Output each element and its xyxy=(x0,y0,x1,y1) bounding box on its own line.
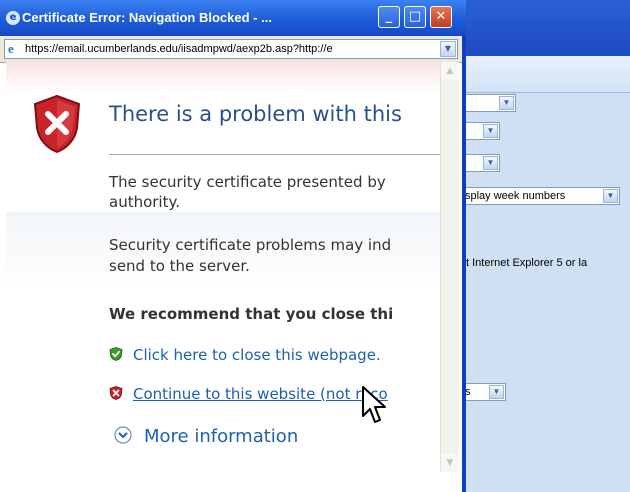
maximize-button[interactable]: □ xyxy=(404,6,426,28)
certificate-description-line2: authority. xyxy=(109,193,180,211)
certificate-problem-line2: send to the server. xyxy=(109,257,250,275)
shield-ok-icon xyxy=(109,347,123,361)
vertical-scrollbar[interactable]: ▲ ▼ xyxy=(440,62,459,472)
certificate-problem-line1: Security certificate problems may ind xyxy=(109,236,392,254)
shield-error-icon xyxy=(33,94,81,154)
page-title: There is a problem with this xyxy=(109,102,402,126)
chevron-down-icon: ▼ xyxy=(483,156,498,170)
expand-circle-icon xyxy=(114,426,132,444)
chevron-down-icon: ▼ xyxy=(603,189,618,203)
certificate-description-line1: The security certificate presented by xyxy=(109,173,386,191)
continue-website-link[interactable]: Continue to this website (not reco xyxy=(109,385,388,403)
bg-select-3[interactable]: ▼ xyxy=(462,154,500,172)
close-webpage-link[interactable]: Click here to close this webpage. xyxy=(109,346,381,364)
bg-select-2[interactable]: ▼ xyxy=(462,122,500,140)
more-information-label[interactable]: More information xyxy=(144,426,298,447)
address-text: https://email.ucumberlands.edu/iisadmpwd… xyxy=(25,43,333,55)
maximize-icon: □ xyxy=(408,9,422,24)
title-bar[interactable]: e Certificate Error: Navigation Blocked … xyxy=(0,0,466,36)
error-band xyxy=(6,62,440,94)
minimize-icon: _ xyxy=(385,9,393,24)
background-title-bar xyxy=(462,0,630,56)
window-title: Certificate Error: Navigation Blocked - … xyxy=(22,10,272,25)
close-webpage-link-text[interactable]: Click here to close this webpage. xyxy=(133,346,381,364)
ie-version-note: t Internet Explorer 5 or la xyxy=(466,257,588,269)
week-numbers-label: splay week numbers xyxy=(465,190,566,202)
address-bar: e https://email.ucumberlands.edu/iisadmp… xyxy=(0,36,462,63)
minimize-button[interactable]: _ xyxy=(378,6,400,28)
address-dropdown-button[interactable]: ▼ xyxy=(440,41,456,57)
recommendation-text: We recommend that you close thi xyxy=(109,305,394,323)
more-information-toggle[interactable]: More information xyxy=(114,426,298,447)
certificate-problem-text: Security certificate problems may ind se… xyxy=(109,235,391,277)
chevron-down-icon: ▼ xyxy=(499,96,514,110)
ie-page-icon: e xyxy=(8,41,14,56)
continue-website-link-text[interactable]: Continue to this website (not reco xyxy=(133,385,388,403)
week-numbers-select[interactable]: splay week numbers ▼ xyxy=(462,187,620,205)
chevron-down-icon: ▼ xyxy=(483,124,498,138)
background-header-band xyxy=(462,56,630,93)
ie-logo-icon: e xyxy=(6,11,20,25)
divider xyxy=(109,154,440,155)
bg-select-1[interactable]: ▼ xyxy=(462,94,516,112)
certificate-error-popup: e Certificate Error: Navigation Blocked … xyxy=(0,0,466,492)
close-icon: ✕ xyxy=(435,9,447,24)
scroll-down-button[interactable]: ▼ xyxy=(441,454,459,472)
scroll-up-button[interactable]: ▲ xyxy=(441,62,459,80)
chevron-down-icon: ▼ xyxy=(489,385,504,399)
bg-select-4[interactable]: s ▼ xyxy=(462,383,506,401)
certificate-description: The security certificate presented by au… xyxy=(109,172,386,212)
mouse-pointer-icon xyxy=(362,386,386,423)
close-button[interactable]: ✕ xyxy=(430,6,452,28)
address-field[interactable]: e https://email.ucumberlands.edu/iisadmp… xyxy=(4,39,458,59)
background-options-window: ▼ ▼ ▼ splay week numbers ▼ t Internet Ex… xyxy=(462,0,630,492)
shield-error-small-icon xyxy=(109,386,123,400)
